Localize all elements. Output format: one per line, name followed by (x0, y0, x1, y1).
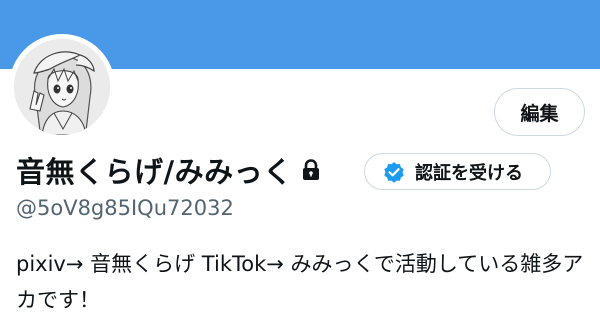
profile-bio: pixiv→ 音無くらげ TikTok→ みみっくで活動している雑多アカです！ (16, 252, 584, 312)
display-name-row: 音無くらげ/みみっく (16, 148, 321, 192)
lock-icon (301, 159, 321, 181)
display-name: 音無くらげ/みみっく (16, 155, 293, 189)
verified-badge-icon (383, 161, 405, 183)
user-handle: @5oV8g85IQu72032 (16, 196, 234, 220)
avatar[interactable] (9, 34, 115, 140)
get-verified-button[interactable]: 認証を受ける (364, 153, 551, 190)
avatar-image (14, 39, 110, 135)
get-verified-label: 認証を受ける (415, 162, 523, 184)
edit-profile-button[interactable]: 編集 (494, 88, 585, 136)
edit-profile-label: 編集 (520, 102, 559, 125)
